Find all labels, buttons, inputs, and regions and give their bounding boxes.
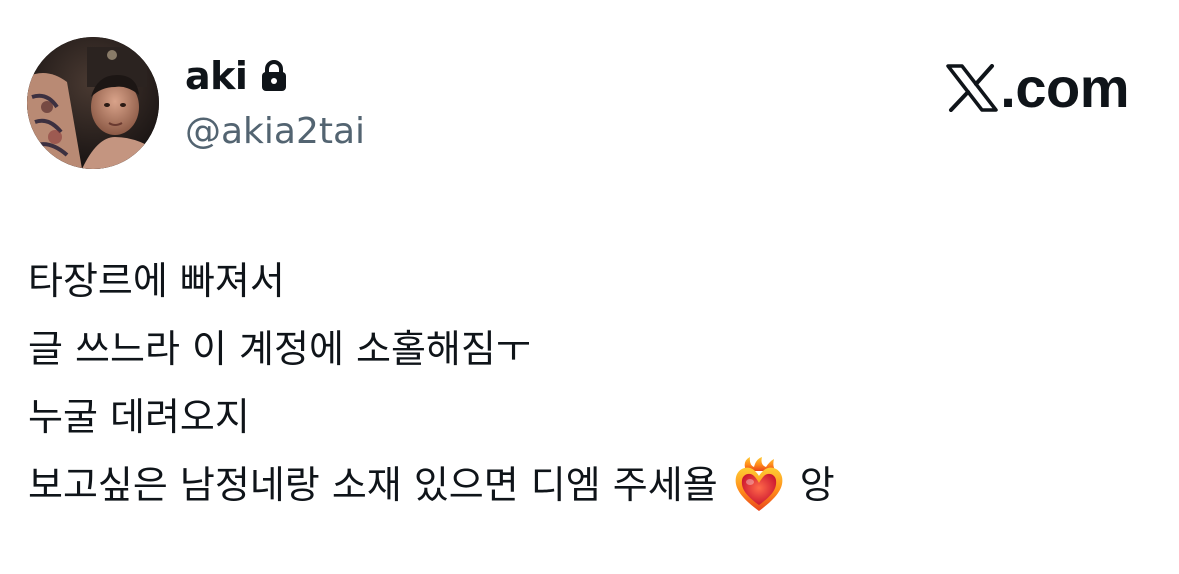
tweet-line-text: 보고싶은 남정네랑 소재 있으면 디엠 주세욜 (28, 463, 718, 507)
x-logo-icon (946, 64, 999, 112)
user-name-row: aki (185, 52, 289, 100)
tweet-line-last: 보고싶은 남정네랑 소재 있으면 디엠 주세욜 앙 (28, 451, 1148, 519)
tweet-line: 누굴 데려오지 (28, 395, 250, 439)
lock-icon (259, 59, 289, 93)
tweet-line-tail: 앙 (799, 463, 835, 507)
tweet-line: 글 쓰느라 이 계정에 소홀해짐ㅜ (28, 327, 531, 371)
brand-watermark: .com (946, 58, 1129, 118)
brand-text: .com (1000, 56, 1129, 119)
user-handle[interactable]: @akia2tai (185, 108, 365, 156)
avatar-photo (27, 37, 159, 169)
tweet-line: 타장르에 빠져서 (28, 259, 285, 303)
tweet-text: 타장르에 빠져서 글 쓰느라 이 계정에 소홀해짐ㅜ 누굴 데려오지 보고싶은 … (28, 247, 1148, 519)
heart-on-fire-icon (732, 457, 786, 513)
avatar[interactable] (27, 37, 159, 169)
display-name[interactable]: aki (185, 52, 248, 100)
